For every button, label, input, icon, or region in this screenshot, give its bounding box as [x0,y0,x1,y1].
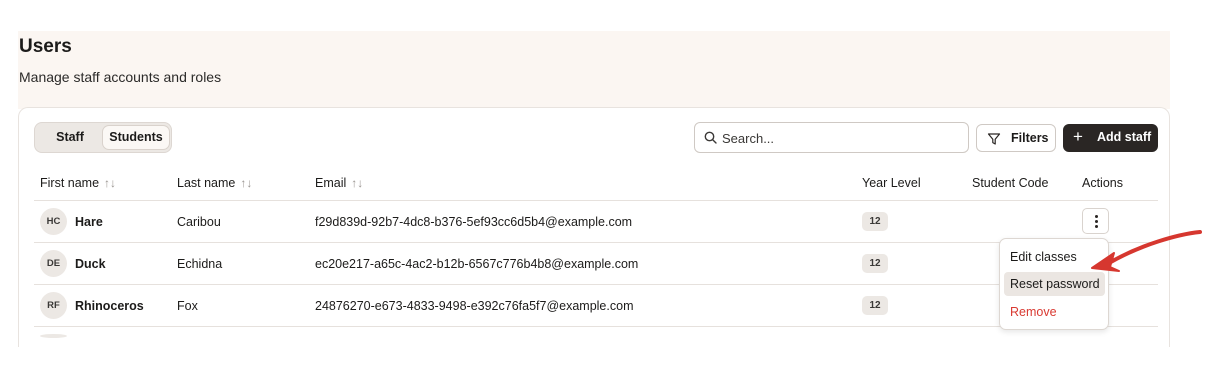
add-staff-button[interactable]: + Add staff [1063,124,1158,152]
filters-label: Filters [1011,131,1049,145]
filter-icon [987,133,1001,145]
year-level-badge: 12 [862,212,888,231]
first-name-cell: Rhinoceros [75,299,144,313]
last-name-cell: Echidna [177,257,223,271]
row-divider [34,326,1158,327]
column-header-student-code: Student Code [972,176,1049,190]
first-name-cell: Duck [75,257,106,271]
annotation-arrow-icon [1091,230,1202,272]
avatar: DE [40,250,67,277]
filters-button[interactable]: Filters [976,124,1056,152]
column-header-email[interactable]: Email ↑↓ [315,176,363,190]
avatar: RF [40,292,67,319]
add-staff-label: Add staff [1097,130,1152,144]
search-box [694,122,969,153]
sort-icon: ↑↓ [351,176,364,190]
menu-item-remove[interactable]: Remove [1004,300,1105,324]
avatar: HC [40,208,67,235]
tab-students[interactable]: Students [103,126,169,149]
search-icon [704,131,717,144]
role-segmented-control: Staff Students [34,122,172,153]
avatar [40,334,67,338]
column-header-last-name[interactable]: Last name ↑↓ [177,176,252,190]
first-name-cell: Hare [75,215,103,229]
email-cell: f29d839d-92b7-4dc8-b376-5ef93cc6d5b4@exa… [315,215,633,229]
column-header-year-level: Year Level [862,176,921,190]
kebab-dot [1095,215,1098,218]
row-divider [34,284,1158,285]
tab-staff[interactable]: Staff [38,126,102,149]
page-subtitle: Manage staff accounts and roles [19,69,222,85]
search-input[interactable] [722,128,962,148]
plus-icon: + [1073,127,1083,146]
year-level-badge: 12 [862,296,888,315]
email-cell: 24876270-e673-4833-9498-e392c76fa5f7@exa… [315,299,634,313]
sort-icon: ↑↓ [104,176,117,190]
column-header-actions: Actions [1082,176,1123,190]
email-cell: ec20e217-a65c-4ac2-b12b-6567c776b4b8@exa… [315,257,639,271]
row-divider [34,242,1158,243]
column-header-first-name[interactable]: First name ↑↓ [40,176,116,190]
year-level-badge: 12 [862,254,888,273]
page-title: Users [19,36,72,57]
users-page: Users Manage staff accounts and roles St… [0,0,1210,380]
sort-icon: ↑↓ [240,176,253,190]
last-name-cell: Caribou [177,215,221,229]
last-name-cell: Fox [177,299,198,313]
header-divider [34,200,1158,201]
